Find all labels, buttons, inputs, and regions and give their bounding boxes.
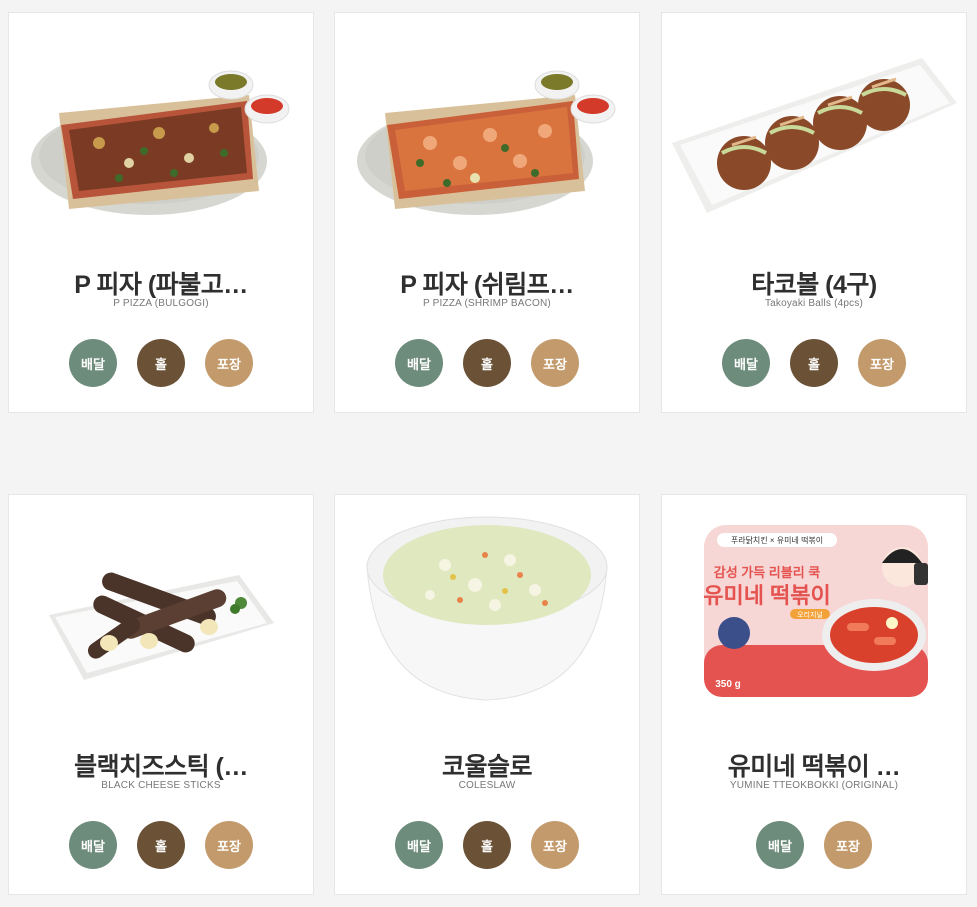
tteokbokki-pack-image: 푸라닭치킨 × 유미네 떡볶이 감성 가득 리블리 쿡 유미네 떡볶이 오리지널… [662, 495, 966, 715]
hall-button[interactable]: 홀 [790, 339, 838, 387]
package-subtitle-text: 오리지널 [797, 610, 823, 619]
menu-card[interactable]: 푸라닭치킨 × 유미네 떡볶이 감성 가득 리블리 쿡 유미네 떡볶이 오리지널… [661, 494, 967, 895]
takeout-button[interactable]: 포장 [858, 339, 906, 387]
menu-card[interactable]: 타코볼 (4구) Takoyaki Balls (4pcs) 배달 홀 포장 [661, 12, 967, 413]
bulgogi-pizza-image [9, 13, 313, 233]
package-title-text: 유미네 떡볶이 [703, 583, 831, 608]
takeout-button[interactable]: 포장 [205, 339, 253, 387]
takoyaki-image [662, 13, 966, 233]
takeout-button[interactable]: 포장 [531, 339, 579, 387]
menu-name-ko: 타코볼 (4구) [751, 271, 877, 299]
hall-button[interactable]: 홀 [137, 821, 185, 869]
order-type-buttons: 배달 홀 포장 [9, 821, 313, 869]
menu-name-ko: 유미네 떡볶이 … [727, 753, 901, 781]
menu-name-en: YUMINE TTEOKBOKKI (ORIGINAL) [729, 780, 899, 791]
hall-button[interactable]: 홀 [463, 339, 511, 387]
takeout-button[interactable]: 포장 [531, 821, 579, 869]
package-brand-text: 푸라닭치킨 × 유미네 떡볶이 [731, 535, 823, 545]
menu-card[interactable]: P 피자 (파불고… P PIZZA (BULGOGI) 배달 홀 포장 [8, 12, 314, 413]
order-type-buttons: 배달 홀 포장 [335, 821, 639, 869]
menu-card[interactable]: 코울슬로 COLESLAW 배달 홀 포장 [334, 494, 640, 895]
order-type-buttons: 배달 홀 포장 [662, 339, 966, 387]
coleslaw-image [335, 495, 639, 715]
delivery-button[interactable]: 배달 [69, 339, 117, 387]
cheese-sticks-image [9, 495, 313, 715]
order-type-buttons: 배달 홀 포장 [335, 339, 639, 387]
delivery-button[interactable]: 배달 [395, 339, 443, 387]
menu-name-en: COLESLAW [458, 780, 516, 791]
shrimp-pizza-image [335, 13, 639, 233]
menu-name-ko: P 피자 (파불고… [74, 271, 248, 299]
menu-name-en: P PIZZA (BULGOGI) [113, 298, 209, 309]
menu-name-en: P PIZZA (SHRIMP BACON) [423, 298, 551, 309]
menu-grid: P 피자 (파불고… P PIZZA (BULGOGI) 배달 홀 포장 P 피… [0, 0, 977, 907]
delivery-button[interactable]: 배달 [722, 339, 770, 387]
menu-name-ko: 블랙치즈스틱 (… [74, 753, 248, 781]
delivery-button[interactable]: 배달 [756, 821, 804, 869]
takeout-button[interactable]: 포장 [824, 821, 872, 869]
takeout-button[interactable]: 포장 [205, 821, 253, 869]
menu-card[interactable]: P 피자 (쉬림프… P PIZZA (SHRIMP BACON) 배달 홀 포… [334, 12, 640, 413]
order-type-buttons: 배달 홀 포장 [9, 339, 313, 387]
menu-name-en: Takoyaki Balls (4pcs) [764, 298, 864, 309]
hall-button[interactable]: 홀 [137, 339, 185, 387]
package-weight-text: 350 g [715, 679, 741, 690]
delivery-button[interactable]: 배달 [395, 821, 443, 869]
menu-name-ko: P 피자 (쉬림프… [400, 271, 574, 299]
menu-name-en: BLACK CHEESE STICKS [101, 780, 221, 791]
hall-button[interactable]: 홀 [463, 821, 511, 869]
package-slogan-text: 감성 가득 리블리 쿡 [714, 565, 821, 580]
menu-card[interactable]: 블랙치즈스틱 (… BLACK CHEESE STICKS 배달 홀 포장 [8, 494, 314, 895]
order-type-buttons: 배달 포장 [662, 821, 966, 869]
delivery-button[interactable]: 배달 [69, 821, 117, 869]
menu-name-ko: 코울슬로 [441, 753, 533, 781]
